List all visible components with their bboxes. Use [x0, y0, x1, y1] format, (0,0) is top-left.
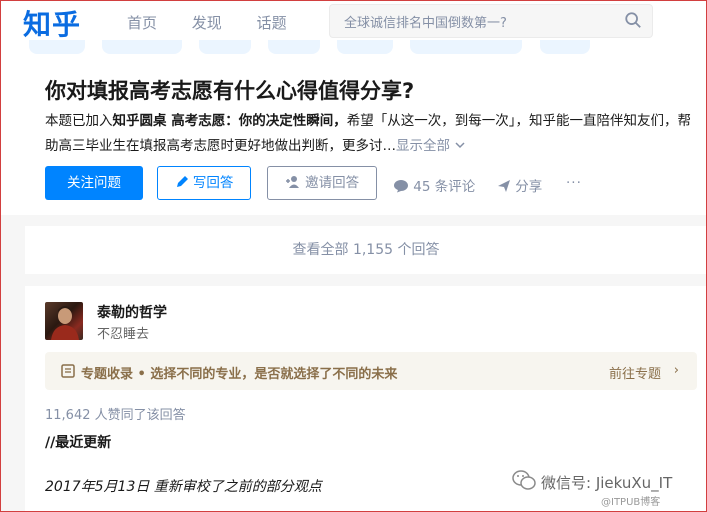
- watermark-wechat-id: 微信号: JiekuXu_IT: [541, 474, 673, 492]
- invite-answer-button[interactable]: 邀请回答: [267, 166, 377, 200]
- pencil-icon: [176, 176, 188, 187]
- question-description: 本题已加入知乎圆桌 高考志愿：你的决定性瞬间，希望「从这一次，到每一次」，知乎能…: [45, 109, 697, 159]
- share-icon: [498, 180, 510, 192]
- question-card: 你对填报高考志愿有什么心得值得分享? 本题已加入知乎圆桌 高考志愿：你的决定性瞬…: [1, 40, 706, 215]
- answer-revision-note: 2017年5月13日 重新审校了之前的部分观点: [45, 479, 322, 495]
- topic-tag[interactable]: [410, 40, 523, 54]
- answer-latest-heading: //最近更新: [45, 435, 112, 451]
- wechat-icon: [512, 470, 536, 490]
- follow-question-button[interactable]: 关注问题: [45, 166, 143, 200]
- topic-tags-row: [29, 39, 602, 54]
- write-answer-button[interactable]: 写回答: [157, 166, 251, 200]
- topic-collection-banner[interactable]: 专题收录 • 选择不同的专业，是否就选择了不同的未来 前往专题 ›: [45, 352, 697, 390]
- nav-topics[interactable]: 话题: [257, 14, 287, 32]
- add-user-icon: [285, 176, 299, 188]
- topic-collection-text: 专题收录 • 选择不同的专业，是否就选择了不同的未来: [81, 367, 398, 382]
- comments-button[interactable]: 45 条评论: [393, 175, 475, 195]
- avatar-portrait-icon: [51, 306, 79, 340]
- write-answer-label: 写回答: [192, 175, 234, 191]
- more-options-button[interactable]: ···: [566, 175, 582, 191]
- chevron-down-icon[interactable]: [454, 140, 466, 150]
- topic-tag[interactable]: [268, 40, 321, 54]
- search-placeholder: 全球诚信排名中国倒数第一?: [344, 16, 507, 31]
- chevron-right-icon: ›: [673, 363, 679, 378]
- desc-prefix: 本题已加入: [45, 113, 113, 129]
- go-to-topic-link[interactable]: 前往专题: [609, 363, 661, 382]
- comments-count: 45 条评论: [413, 179, 476, 195]
- nav-explore[interactable]: 发现: [192, 14, 222, 32]
- search-input[interactable]: 全球诚信排名中国倒数第一?: [329, 4, 653, 38]
- watermark-source: @ITPUB博客: [601, 497, 661, 508]
- question-title[interactable]: 你对填报高考志愿有什么心得值得分享?: [45, 75, 414, 105]
- vote-count: 11,642 人赞同了该回答: [45, 408, 186, 423]
- topic-tag[interactable]: [539, 40, 590, 54]
- main-nav: 首页 发现 话题: [127, 12, 317, 33]
- zhihu-logo[interactable]: 知乎: [23, 3, 81, 43]
- view-all-answers-button[interactable]: 查看全部 1,155 个回答: [25, 226, 706, 274]
- page-frame: 知乎 首页 发现 话题 全球诚信排名中国倒数第一? 你对填报高考志愿有什么心得值…: [0, 0, 707, 512]
- desc-roundtable[interactable]: 知乎圆桌 高考志愿：你的决定性瞬间，: [113, 113, 347, 129]
- author-name[interactable]: 泰勒的哲学: [97, 302, 167, 322]
- collection-icon: [61, 364, 75, 378]
- share-button[interactable]: 分享: [497, 175, 542, 195]
- share-label: 分享: [515, 179, 543, 195]
- topic-tag[interactable]: [199, 40, 252, 54]
- topic-tag[interactable]: [337, 40, 394, 54]
- topic-tag[interactable]: [29, 40, 85, 54]
- author-bio: 不忍睡去: [97, 327, 150, 342]
- search-icon[interactable]: [624, 11, 642, 29]
- show-all-link[interactable]: 显示全部: [396, 138, 450, 154]
- invite-answer-label: 邀请回答: [305, 175, 360, 191]
- comment-icon: [394, 180, 408, 193]
- nav-home[interactable]: 首页: [127, 14, 157, 32]
- avatar[interactable]: [45, 302, 83, 340]
- topic-tag[interactable]: [102, 40, 183, 54]
